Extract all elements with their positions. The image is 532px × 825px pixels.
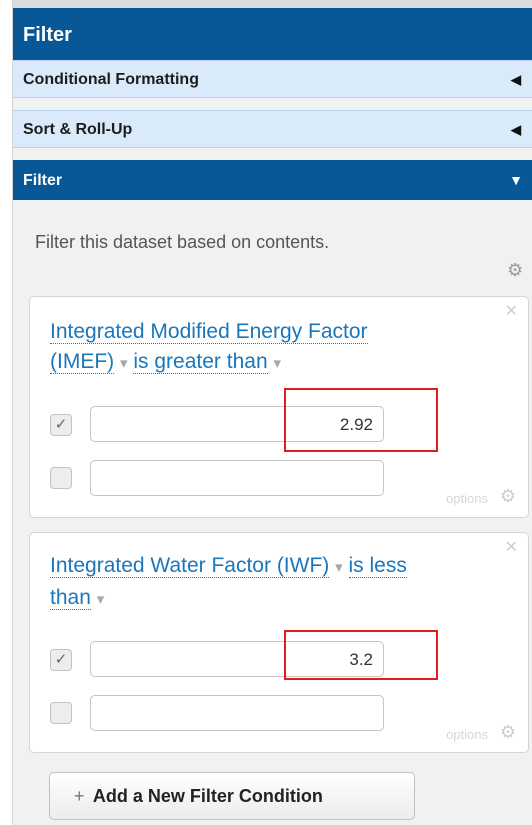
highlight-box xyxy=(284,388,438,452)
accordion-filter[interactable]: Filter ▼ xyxy=(13,160,532,200)
chevron-down-icon[interactable]: ▾ xyxy=(97,591,105,608)
add-filter-condition-button[interactable]: + Add a New Filter Condition xyxy=(49,772,415,820)
accordion-label: Filter xyxy=(23,172,63,189)
collapse-arrow-icon: ◀ xyxy=(511,72,521,87)
accordion-label: Conditional Formatting xyxy=(23,71,199,88)
value-checkbox[interactable] xyxy=(50,702,72,724)
plus-icon: + xyxy=(74,786,85,806)
operator-selector[interactable]: is greater than xyxy=(133,350,268,374)
filter-condition-card: ✕ Integrated Modified Energy Factor (IME… xyxy=(29,296,529,518)
options-link[interactable]: options xyxy=(446,727,488,742)
condition-header: Integrated Modified Energy Factor (IMEF)… xyxy=(50,317,368,379)
chevron-down-icon[interactable]: ▾ xyxy=(120,355,128,372)
gear-icon[interactable]: ⚙ xyxy=(500,722,516,743)
gear-icon[interactable]: ⚙ xyxy=(507,260,523,281)
close-icon[interactable]: ✕ xyxy=(505,537,518,557)
filter-panel: Filter Conditional Formatting ◀ Sort & R… xyxy=(12,0,532,825)
gear-icon[interactable]: ⚙ xyxy=(500,486,516,507)
panel-title-text: Filter xyxy=(23,24,72,46)
add-filter-label: Add a New Filter Condition xyxy=(92,786,323,806)
expand-arrow-icon: ▼ xyxy=(509,172,523,188)
value-input[interactable] xyxy=(90,460,384,496)
accordion-conditional-formatting[interactable]: Conditional Formatting ◀ xyxy=(13,60,532,98)
column-selector[interactable]: Integrated Water Factor (IWF) xyxy=(50,554,330,578)
collapse-arrow-icon: ◀ xyxy=(511,122,521,137)
options-link[interactable]: options xyxy=(446,491,488,506)
value-checkbox[interactable]: ✓ xyxy=(50,414,72,436)
filter-description: Filter this dataset based on contents. xyxy=(35,232,330,252)
column-selector[interactable]: Integrated Modified Energy Factor xyxy=(50,320,368,344)
operator-selector[interactable]: is less xyxy=(348,554,407,578)
chevron-down-icon[interactable]: ▾ xyxy=(273,355,281,372)
value-checkbox[interactable]: ✓ xyxy=(50,649,72,671)
value-input[interactable] xyxy=(90,695,384,731)
highlight-box xyxy=(284,630,438,680)
chevron-down-icon[interactable]: ▾ xyxy=(335,559,343,576)
accordion-sort-rollup[interactable]: Sort & Roll-Up ◀ xyxy=(13,110,532,148)
panel-title: Filter xyxy=(13,8,532,60)
column-selector-continued[interactable]: (IMEF) xyxy=(50,350,115,374)
condition-header: Integrated Water Factor (IWF) ▾ is less … xyxy=(50,551,407,615)
top-strip xyxy=(13,0,532,8)
close-icon[interactable]: ✕ xyxy=(505,301,518,321)
value-checkbox[interactable] xyxy=(50,467,72,489)
accordion-label: Sort & Roll-Up xyxy=(23,121,133,138)
operator-selector-continued[interactable]: than xyxy=(50,586,91,610)
filter-condition-card: ✕ Integrated Water Factor (IWF) ▾ is les… xyxy=(29,532,529,753)
